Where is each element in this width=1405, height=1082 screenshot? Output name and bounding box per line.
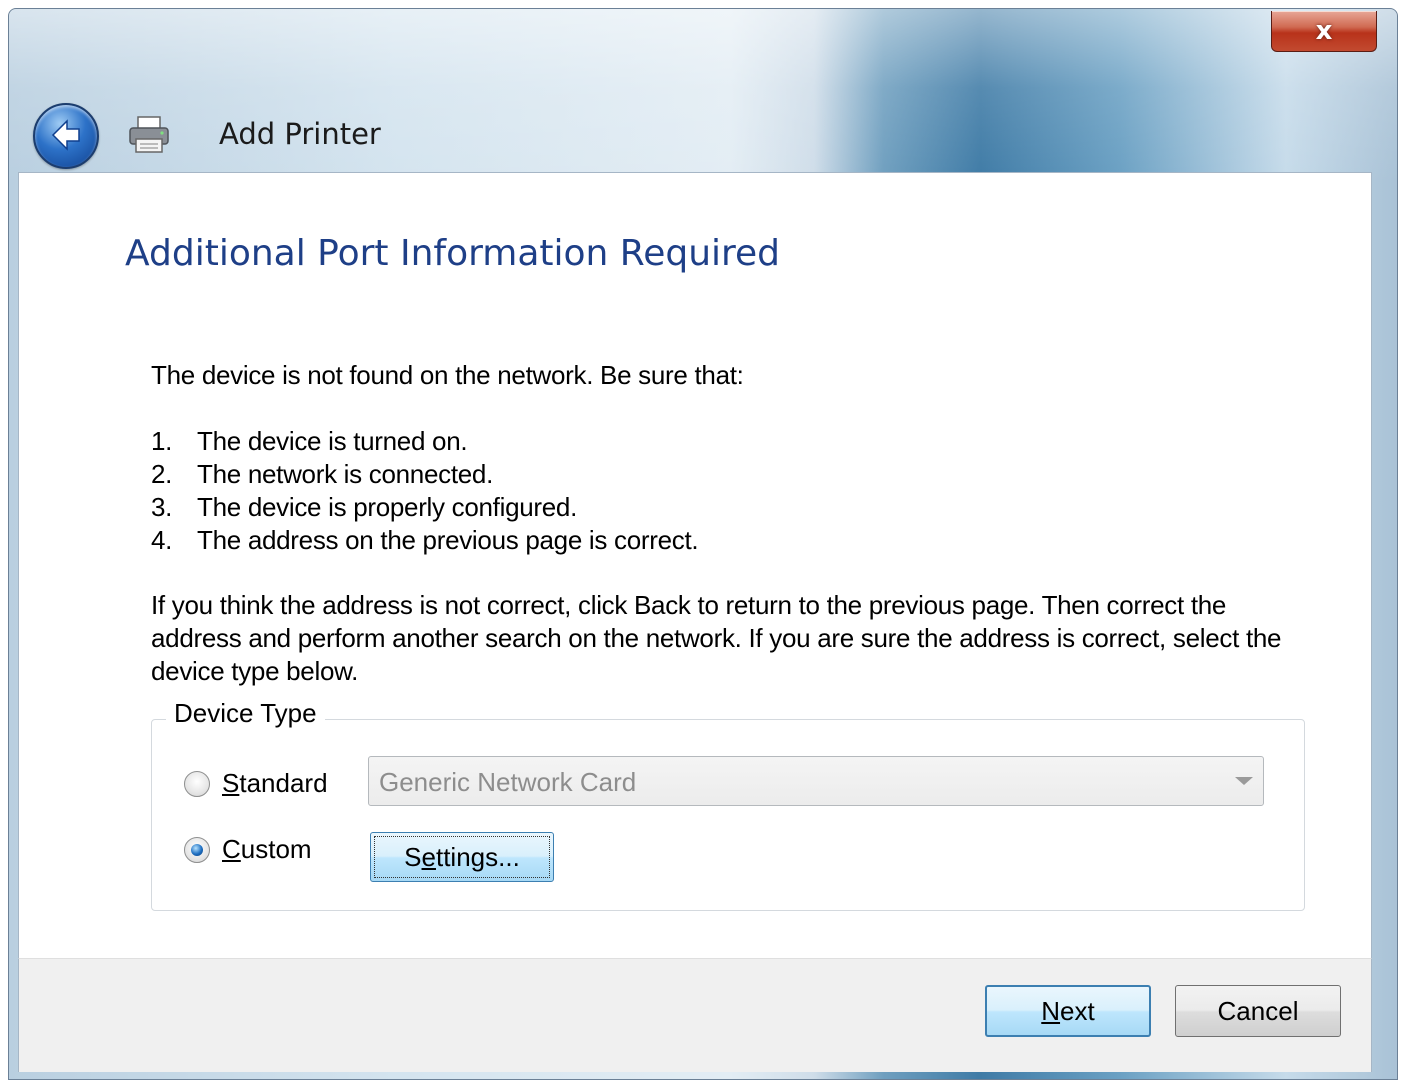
- back-arrow-icon: [51, 119, 80, 151]
- list-item: 3. The device is properly configured.: [151, 492, 578, 522]
- standard-radio-option[interactable]: Standard: [184, 768, 328, 799]
- combo-value: Generic Network Card: [379, 767, 637, 797]
- list-item: 1. The device is turned on.: [151, 426, 468, 456]
- list-item: 4. The address on the previous page is co…: [151, 525, 699, 555]
- wizard-footer: Next Cancel: [18, 958, 1372, 1072]
- custom-radio-option[interactable]: Custom: [184, 834, 312, 865]
- close-icon: x: [1315, 16, 1333, 46]
- advice-text: If you think the address is not correct,…: [151, 590, 1282, 686]
- wizard-content: Additional Port Information Required The…: [18, 172, 1372, 958]
- list-item: 2. The network is connected.: [151, 459, 493, 489]
- back-button[interactable]: [33, 103, 99, 169]
- standard-label: Standard: [222, 768, 328, 798]
- intro-text: The device is not found on the network. …: [151, 360, 744, 390]
- device-type-groupbox: Device Type Standard Generic Network Car…: [151, 698, 1305, 911]
- device-type-legend: Device Type: [166, 698, 325, 729]
- page-heading: Additional Port Information Required: [125, 233, 781, 274]
- standard-device-combo[interactable]: Generic Network Card: [368, 756, 1264, 806]
- settings-button-label: Settings...: [404, 841, 520, 872]
- title-bar-glass: [9, 9, 1397, 184]
- window-title: Add Printer: [219, 117, 381, 151]
- checklist: 1. The device is turned on. 2. The network…: [151, 425, 699, 557]
- next-button[interactable]: Next: [985, 985, 1151, 1037]
- custom-label: Custom: [222, 834, 312, 864]
- chevron-down-icon[interactable]: [1235, 777, 1253, 785]
- next-button-label: Next: [1041, 995, 1095, 1026]
- standard-radio[interactable]: [184, 770, 210, 797]
- settings-button[interactable]: Settings...: [370, 832, 554, 882]
- printer-icon: [129, 116, 169, 153]
- cancel-button[interactable]: Cancel: [1175, 985, 1341, 1037]
- close-button[interactable]: x: [1271, 11, 1377, 52]
- cancel-button-label: Cancel: [1217, 995, 1299, 1026]
- custom-radio[interactable]: [184, 836, 210, 863]
